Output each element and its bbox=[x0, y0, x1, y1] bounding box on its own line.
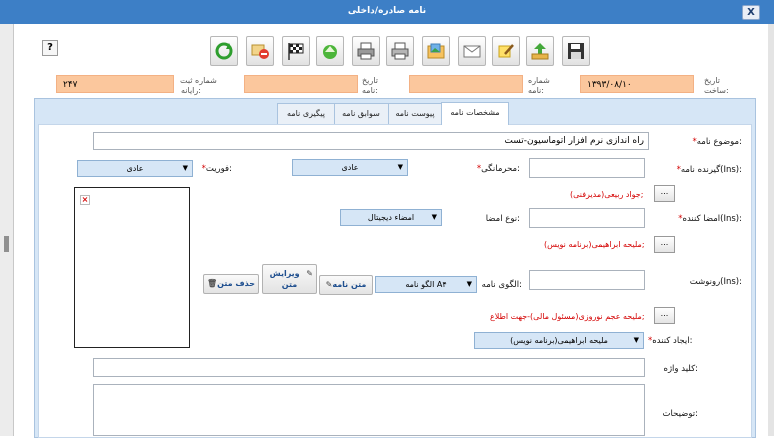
window-title: نامه صادره/داخلی bbox=[347, 6, 427, 16]
help-button[interactable]: ? bbox=[42, 40, 58, 56]
letter-number-field[interactable] bbox=[409, 75, 523, 93]
upload-button[interactable] bbox=[526, 36, 554, 66]
notes-label: توضیحات: bbox=[662, 409, 699, 419]
broken-image-icon: × bbox=[80, 195, 90, 205]
creator-label: *ایجاد کننده: bbox=[648, 336, 693, 346]
printer-icon bbox=[357, 42, 375, 60]
finish-button[interactable] bbox=[282, 36, 310, 66]
print-button[interactable] bbox=[352, 36, 380, 66]
letter-text-label: متن نامه bbox=[332, 280, 367, 289]
pencil-icon: ✎ bbox=[306, 269, 313, 278]
signer-label: *امضا کننده(Ins): bbox=[678, 214, 743, 224]
chevron-down-icon: ▼ bbox=[182, 164, 188, 172]
creation-date-label-2: ساخت: bbox=[704, 86, 729, 95]
letter-text-button[interactable]: ✎متن نامه bbox=[319, 275, 373, 295]
delete-text-label: حذف متن bbox=[217, 279, 256, 288]
cc-browse-button[interactable]: ... bbox=[654, 307, 675, 324]
notes-button[interactable] bbox=[492, 36, 520, 66]
creator-label-text: ایجاد کننده: bbox=[652, 336, 693, 346]
subject-input[interactable]: راه اندازی نرم افزار اتوماسیون-تست bbox=[93, 132, 649, 150]
keyword-label: کلید واژه: bbox=[663, 364, 699, 374]
confidential-label: *محرمانگی: bbox=[476, 164, 520, 174]
chevron-down-icon: ▼ bbox=[633, 336, 639, 344]
tab-attachments[interactable]: پیوست نامه bbox=[387, 103, 443, 124]
letter-date-label-2: نامه: bbox=[362, 86, 378, 95]
print-preview-button[interactable] bbox=[386, 36, 414, 66]
right-scrollbar[interactable] bbox=[768, 24, 774, 436]
creation-date-field: ۱۳۹۳/۰۸/۱۰ bbox=[580, 75, 694, 93]
recipient-label-text: گیرنده نامه(Ins): bbox=[680, 165, 742, 175]
floppy-disk-icon bbox=[568, 43, 584, 59]
confidential-select[interactable]: ▼ عادی bbox=[292, 159, 408, 176]
letter-date-field[interactable] bbox=[244, 75, 358, 93]
registration-number-label: شماره ثبت bbox=[180, 76, 217, 85]
cc-input[interactable] bbox=[529, 270, 645, 290]
note-pencil-icon bbox=[498, 44, 514, 58]
refresh-icon bbox=[215, 42, 233, 60]
chevron-down-icon: ▼ bbox=[466, 280, 472, 288]
printer-icon bbox=[391, 42, 409, 60]
green-arrow-icon bbox=[323, 45, 337, 59]
recipient-input[interactable] bbox=[529, 158, 645, 178]
edit-text-button[interactable]: ✎ ویرایش متن bbox=[262, 264, 317, 294]
notes-textarea[interactable] bbox=[93, 384, 645, 436]
tab-letter-details[interactable]: مشخصات نامه bbox=[441, 102, 509, 125]
edit-text-label: ویرایش متن bbox=[269, 269, 300, 289]
letter-date-label: تاریخ bbox=[362, 76, 378, 85]
recipient-label: *گیرنده نامه(Ins): bbox=[676, 165, 742, 175]
sign-type-value: امضاء دیجیتال bbox=[367, 213, 415, 222]
signature-image-box[interactable]: × bbox=[74, 187, 190, 348]
signer-input[interactable] bbox=[529, 208, 645, 228]
confidential-label-text: محرمانگی: bbox=[481, 164, 520, 174]
urgency-label-text: فوریت: bbox=[205, 164, 232, 174]
envelope-icon bbox=[463, 45, 481, 58]
keyword-input[interactable] bbox=[93, 358, 645, 377]
tab-history[interactable]: سوابق نامه bbox=[333, 103, 389, 124]
sign-type-label: نوع امضا: bbox=[485, 214, 520, 224]
window-titlebar: نامه صادره/داخلی X bbox=[0, 0, 774, 24]
recipient-selected-name: جواد ربیعی(مدیرفنی); bbox=[570, 190, 644, 199]
creation-date-label: تاریخ bbox=[704, 76, 720, 85]
letter-number-label-2: نامه: bbox=[528, 86, 544, 95]
signer-label-text: امضا کننده(Ins): bbox=[682, 214, 743, 224]
template-select[interactable]: ▼ الگو نامه A۴ bbox=[375, 276, 477, 293]
registration-number-label-2: رایانه: bbox=[181, 86, 201, 95]
chevron-down-icon: ▼ bbox=[397, 163, 403, 171]
trash-icon: 🗑 bbox=[206, 279, 218, 288]
sign-type-select[interactable]: ▼ امضاء دیجیتال bbox=[340, 209, 442, 226]
cc-label: رونوشت(Ins): bbox=[689, 277, 742, 287]
signer-selected-name: ملیحه ابراهیمی(برنامه نویس); bbox=[544, 240, 645, 249]
left-splitter[interactable] bbox=[0, 24, 14, 436]
upload-tray-icon bbox=[531, 43, 549, 60]
letter-number-label: شماره bbox=[528, 76, 550, 85]
registration-number-field: ۲۴۷ bbox=[56, 75, 174, 93]
chevron-down-icon: ▼ bbox=[431, 213, 437, 221]
splitter-grip-icon[interactable] bbox=[4, 236, 9, 252]
attachments-button[interactable] bbox=[422, 36, 450, 66]
folder-image-icon bbox=[427, 43, 445, 59]
urgency-select[interactable]: ▼ عادی bbox=[77, 160, 193, 177]
creator-value: ملیحه ابراهیمی(برنامه نویس) bbox=[510, 336, 608, 345]
confidential-value: عادی bbox=[341, 163, 359, 172]
subject-label-text: موضوع نامه: bbox=[696, 137, 742, 147]
cancel-letter-icon bbox=[251, 44, 269, 59]
recipient-browse-button[interactable]: ... bbox=[654, 185, 675, 202]
checkered-flag-icon bbox=[288, 43, 304, 60]
refresh-button[interactable] bbox=[210, 36, 238, 66]
urgency-value: عادی bbox=[126, 164, 144, 173]
email-button[interactable] bbox=[458, 36, 486, 66]
urgency-label: *فوریت: bbox=[201, 164, 232, 174]
cc-selected-name: ملیحه عجم نوروزی(مسئول مالی)-جهت اطلاع; bbox=[490, 312, 645, 321]
subject-label: *موضوع نامه: bbox=[692, 137, 742, 147]
delete-text-button[interactable]: 🗑حذف متن bbox=[203, 274, 259, 294]
template-value: الگو نامه A۴ bbox=[405, 280, 447, 289]
close-button[interactable]: X bbox=[742, 5, 760, 20]
cancel-letter-button[interactable] bbox=[246, 36, 274, 66]
send-button[interactable] bbox=[316, 36, 344, 66]
creator-select[interactable]: ▼ ملیحه ابراهیمی(برنامه نویس) bbox=[474, 332, 644, 349]
save-button[interactable] bbox=[562, 36, 590, 66]
signer-browse-button[interactable]: ... bbox=[654, 236, 675, 253]
tab-followup[interactable]: پیگیری نامه bbox=[277, 103, 335, 124]
template-label: الگوی نامه: bbox=[481, 280, 522, 290]
